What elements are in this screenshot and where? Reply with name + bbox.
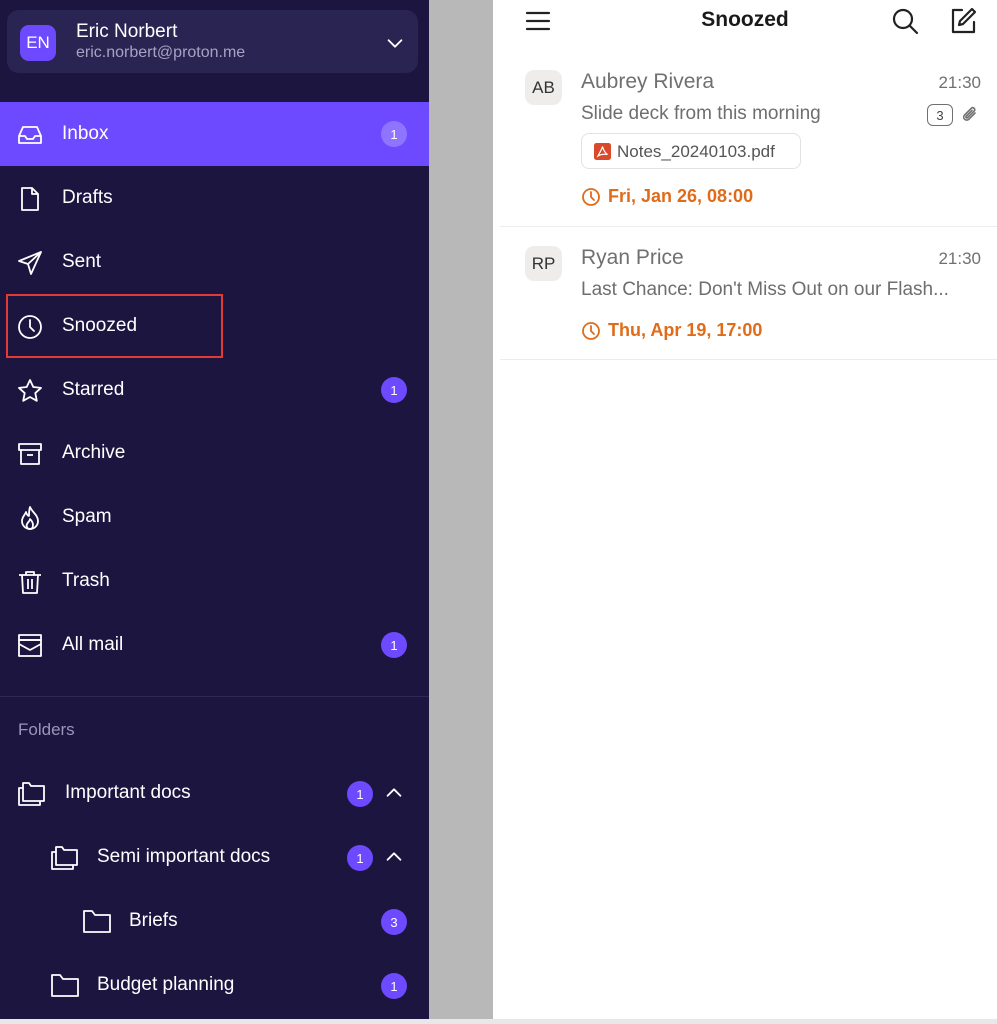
divider <box>0 696 429 697</box>
sidebar-item-label: Snoozed <box>62 315 138 336</box>
sidebar-item-all-mail[interactable]: All mail 1 <box>0 613 429 677</box>
unread-badge: 1 <box>381 973 407 999</box>
thread-count-badge: 3 <box>927 104 953 126</box>
sidebar-item-sent[interactable]: Sent <box>0 230 429 294</box>
sidebar-item-starred[interactable]: Starred 1 <box>0 358 429 422</box>
sidebar-item-label: Trash <box>62 570 110 591</box>
folder-label: Briefs <box>129 910 178 931</box>
sidebar-item-label: Spam <box>62 506 112 527</box>
folders-icon <box>18 782 45 806</box>
folder-label: Budget planning <box>97 974 235 995</box>
snooze-time: Thu, Apr 19, 17:00 <box>581 320 841 342</box>
message-subject: Slide deck from this morning <box>581 103 821 124</box>
trash-icon <box>19 571 41 594</box>
sender-name: Ryan Price <box>581 246 684 269</box>
sender-avatar: RP <box>525 246 562 281</box>
search-icon[interactable] <box>890 6 920 36</box>
attachment-name: Notes_20240103.pdf <box>617 142 775 161</box>
inbox-icon <box>18 126 42 144</box>
message-subject: Last Chance: Don't Miss Out on our Flash… <box>581 279 949 300</box>
folder-icon <box>51 974 79 997</box>
fire-icon <box>21 506 39 530</box>
message-row[interactable]: AB Aubrey Rivera 21:30 Slide deck from t… <box>500 56 997 227</box>
message-time: 21:30 <box>938 249 981 268</box>
compose-icon[interactable] <box>948 6 978 36</box>
message-time: 21:30 <box>938 73 981 92</box>
snooze-time: Fri, Jan 26, 08:00 <box>581 186 841 208</box>
folder-semi-important-docs[interactable]: Semi important docs 1 <box>0 832 429 882</box>
sidebar-item-trash[interactable]: Trash <box>0 549 429 613</box>
folders-heading: Folders <box>18 720 75 739</box>
sidebar-item-label: Archive <box>62 442 126 463</box>
message-row[interactable]: RP Ryan Price 21:30 Last Chance: Don't M… <box>500 227 997 360</box>
attachment-chip[interactable]: Notes_20240103.pdf <box>581 133 801 169</box>
account-email: eric.norbert@proton.me <box>76 44 246 61</box>
overlay-gutter <box>429 0 493 1019</box>
file-icon <box>21 187 39 211</box>
paperclip-icon <box>962 106 976 121</box>
unread-badge: 3 <box>381 909 407 935</box>
pdf-icon <box>594 143 611 160</box>
clock-icon <box>582 188 600 206</box>
sidebar: EN Eric Norbert eric.norbert@proton.me I… <box>0 0 429 1019</box>
chevron-up-icon[interactable] <box>383 846 405 868</box>
folder-icon <box>83 910 111 933</box>
account-avatar: EN <box>20 25 56 61</box>
star-icon <box>18 379 42 402</box>
unread-badge: 1 <box>381 632 407 658</box>
sidebar-item-label: Starred <box>62 379 125 400</box>
sidebar-item-snoozed[interactable]: Snoozed <box>0 294 429 358</box>
unread-badge: 1 <box>347 781 373 807</box>
sidebar-item-label: All mail <box>62 634 124 655</box>
page-title: Snoozed <box>701 8 789 31</box>
sidebar-item-label: Sent <box>62 251 102 272</box>
sidebar-item-label: Drafts <box>62 187 113 208</box>
sender-avatar: AB <box>525 70 562 105</box>
chevron-up-icon[interactable] <box>383 782 405 804</box>
account-name: Eric Norbert <box>76 21 178 42</box>
unread-badge: 1 <box>347 845 373 871</box>
snooze-date: Thu, Apr 19, 17:00 <box>608 320 763 340</box>
bottom-strip <box>0 1019 997 1024</box>
unread-badge: 1 <box>381 121 407 147</box>
sender-name: Aubrey Rivera <box>581 70 715 93</box>
clock-icon <box>582 322 600 340</box>
chevron-down-icon[interactable] <box>384 32 406 54</box>
snooze-date: Fri, Jan 26, 08:00 <box>608 186 754 206</box>
account-switcher[interactable]: EN Eric Norbert eric.norbert@proton.me <box>7 10 418 73</box>
sidebar-item-drafts[interactable]: Drafts <box>0 166 429 230</box>
folder-briefs[interactable]: Briefs 3 <box>0 896 429 946</box>
all-mail-icon <box>18 634 42 657</box>
sidebar-item-inbox[interactable]: Inbox 1 <box>0 102 429 166</box>
clock-icon <box>18 315 42 339</box>
folder-label: Semi important docs <box>97 846 271 867</box>
folder-budget-planning[interactable]: Budget planning 1 <box>0 960 429 1010</box>
sidebar-item-label: Inbox <box>62 123 109 144</box>
folder-important-docs[interactable]: Important docs 1 <box>0 768 429 818</box>
folders-icon <box>51 846 78 870</box>
folder-label: Important docs <box>65 782 191 803</box>
sidebar-item-spam[interactable]: Spam <box>0 485 429 549</box>
unread-badge: 1 <box>381 377 407 403</box>
message-list-pane: Snoozed AB Aubrey Rivera 21:30 Slide dec… <box>493 0 997 1019</box>
archive-box-icon <box>18 443 42 465</box>
sidebar-item-archive[interactable]: Archive <box>0 421 429 485</box>
paper-plane-icon <box>18 251 42 275</box>
